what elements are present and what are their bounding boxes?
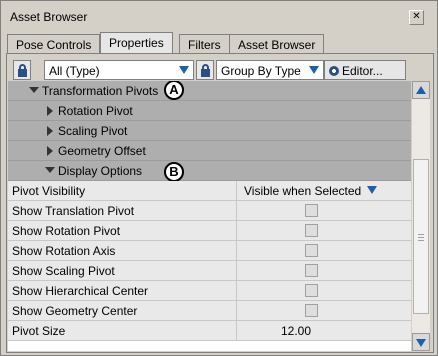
scroll-up-button[interactable] [412,81,430,99]
prop-label: Show Translation Pivot [12,204,135,218]
expand-arrow-icon[interactable] [47,106,53,116]
prop-row-show-geometry-center: Show Geometry Center [8,301,411,321]
editor-button[interactable]: Editor... [324,60,406,80]
group-lock-button[interactable] [196,60,214,80]
tree-label: Transformation Pivots [42,84,159,98]
callout-a: A [164,81,184,100]
asset-browser-window: Asset Browser ✕ Pose Controls Properties… [0,0,438,356]
tree-row-scaling-pivot[interactable]: Scaling Pivot [8,121,411,141]
toolbar: All (Type) Group By Type Editor... [13,60,423,80]
expand-arrow-icon[interactable] [47,146,53,156]
prop-row-pivot-visibility: Pivot Visibility Visible when Selected [8,181,411,201]
tab-properties[interactable]: Properties [100,32,173,55]
tab-bar: Pose Controls Properties Filters Asset B… [7,32,433,55]
tab-pose-controls[interactable]: Pose Controls [7,34,101,54]
close-button[interactable]: ✕ [409,10,424,25]
show-rotation-axis-checkbox[interactable] [305,244,318,257]
collapse-arrow-icon[interactable] [29,87,39,93]
lock-button[interactable] [13,60,31,80]
scroll-down-icon [416,339,426,347]
prop-label: Show Rotation Axis [12,244,116,258]
property-grid: Transformation Pivots A Rotation Pivot S… [8,81,411,351]
close-icon: ✕ [412,11,421,22]
tree-row-transformation-pivots[interactable]: Transformation Pivots A [8,81,411,101]
prop-row-show-translation-pivot: Show Translation Pivot [8,201,411,221]
prop-row-pivot-size: Pivot Size 12.00 [8,321,411,341]
vertical-scrollbar[interactable] [412,81,430,351]
prop-label: Show Hierarchical Center [12,284,149,298]
gear-icon [329,66,339,76]
tree-row-geometry-offset[interactable]: Geometry Offset [8,141,411,161]
group-by-value: Group By Type [221,64,301,78]
pivot-visibility-value[interactable]: Visible when Selected [244,184,361,198]
scroll-down-button[interactable] [412,333,430,351]
window-title: Asset Browser [10,10,88,24]
tree-label: Scaling Pivot [58,124,128,138]
tab-asset-browser[interactable]: Asset Browser [229,34,325,54]
tree-label: Display Options [58,164,143,178]
prop-row-show-rotation-axis: Show Rotation Axis [8,241,411,261]
type-filter-dropdown[interactable]: All (Type) [44,60,194,80]
tree-label: Geometry Offset [58,144,146,158]
group-by-dropdown[interactable]: Group By Type [216,60,324,80]
tree-row-rotation-pivot[interactable]: Rotation Pivot [8,101,411,121]
scroll-thumb[interactable] [413,159,429,314]
dropdown-arrow-icon [309,66,319,74]
show-hierarchical-center-checkbox[interactable] [305,284,318,297]
tab-filters[interactable]: Filters [179,34,230,54]
callout-b: B [164,162,184,182]
dropdown-arrow-icon[interactable] [367,186,377,194]
show-geometry-center-checkbox[interactable] [305,304,318,317]
prop-label: Show Rotation Pivot [12,224,121,238]
dropdown-arrow-icon [179,66,189,74]
prop-row-show-hierarchical-center: Show Hierarchical Center [8,281,411,301]
collapse-arrow-icon[interactable] [45,167,55,173]
tree-label: Rotation Pivot [58,104,133,118]
properties-panel: All (Type) Group By Type Editor... Trans… [6,53,434,353]
show-scaling-pivot-checkbox[interactable] [305,264,318,277]
title-bar: Asset Browser ✕ [2,2,436,29]
type-filter-value: All (Type) [49,64,100,78]
tree-row-display-options[interactable]: Display Options B [8,161,411,182]
show-rotation-pivot-checkbox[interactable] [305,224,318,237]
pivot-size-field[interactable]: 12.00 [281,324,311,338]
prop-label: Show Scaling Pivot [12,264,115,278]
prop-label: Pivot Visibility [12,184,86,198]
scroll-up-icon [416,86,426,94]
show-translation-pivot-checkbox[interactable] [305,204,318,217]
prop-row-show-rotation-pivot: Show Rotation Pivot [8,221,411,241]
prop-label: Pivot Size [12,324,66,338]
prop-label: Show Geometry Center [12,304,138,318]
prop-row-show-scaling-pivot: Show Scaling Pivot [8,261,411,281]
expand-arrow-icon[interactable] [47,126,53,136]
editor-label: Editor... [342,64,383,78]
